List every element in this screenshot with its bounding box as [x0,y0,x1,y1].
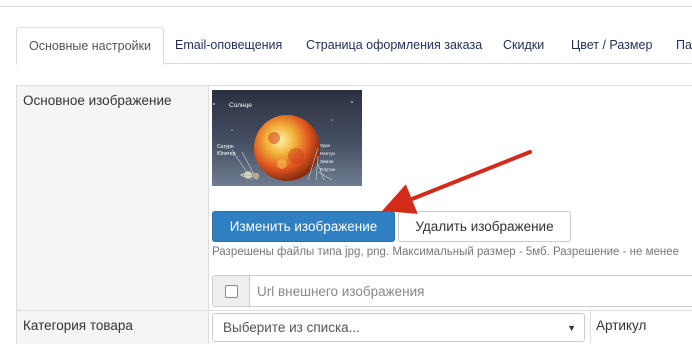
article-label: Артикул [596,318,647,333]
planet-label: Юпитер [217,151,236,157]
tab-email-notifications[interactable]: Email-оповещения [175,27,282,64]
category-select[interactable]: Выберите из списка... ▼ [212,313,585,342]
planet-label: Уран [320,143,331,148]
tab-main-settings[interactable]: Основные настройки [16,27,164,65]
planet-label: Земля [320,159,334,164]
upload-hint-text: Разрешены файлы типа jpg, png. Максималь… [212,246,680,258]
category-label: Категория товара [23,318,133,333]
tab-bar: Основные настройки Email-оповещения Стра… [0,27,692,65]
main-image-label-cell: Основное изображение [16,85,208,310]
top-divider [0,6,692,7]
external-image-url-input[interactable] [251,276,691,306]
main-image-label: Основное изображение [23,93,172,108]
change-image-button[interactable]: Изменить изображение [212,211,395,242]
column-divider [16,85,17,344]
sun-label: Солнце [229,102,252,109]
external-url-input-group [212,275,692,307]
planet-label: Сатурн [217,144,234,150]
tab-checkout-page[interactable]: Страница оформления заказа [306,27,482,64]
tab-more[interactable]: Па [676,27,692,64]
url-checkbox-addon [213,276,250,306]
planet-label: Плутон [320,167,336,172]
column-divider [208,85,209,344]
main-image-preview: Солнце Сатурн Юпитер Уран Нептун Земля П… [212,90,362,186]
category-select-value: Выберите из списка... [223,320,360,335]
external-url-checkbox[interactable] [225,285,238,298]
tab-color-size[interactable]: Цвет / Размер [571,27,652,64]
planet-label: Нептун [320,151,336,156]
tab-discounts[interactable]: Скидки [503,27,544,64]
column-divider [590,311,591,344]
delete-image-button[interactable]: Удалить изображение [398,211,571,242]
category-label-cell: Категория товара [16,311,208,344]
row-divider [16,85,692,86]
chevron-down-icon: ▼ [567,323,576,333]
